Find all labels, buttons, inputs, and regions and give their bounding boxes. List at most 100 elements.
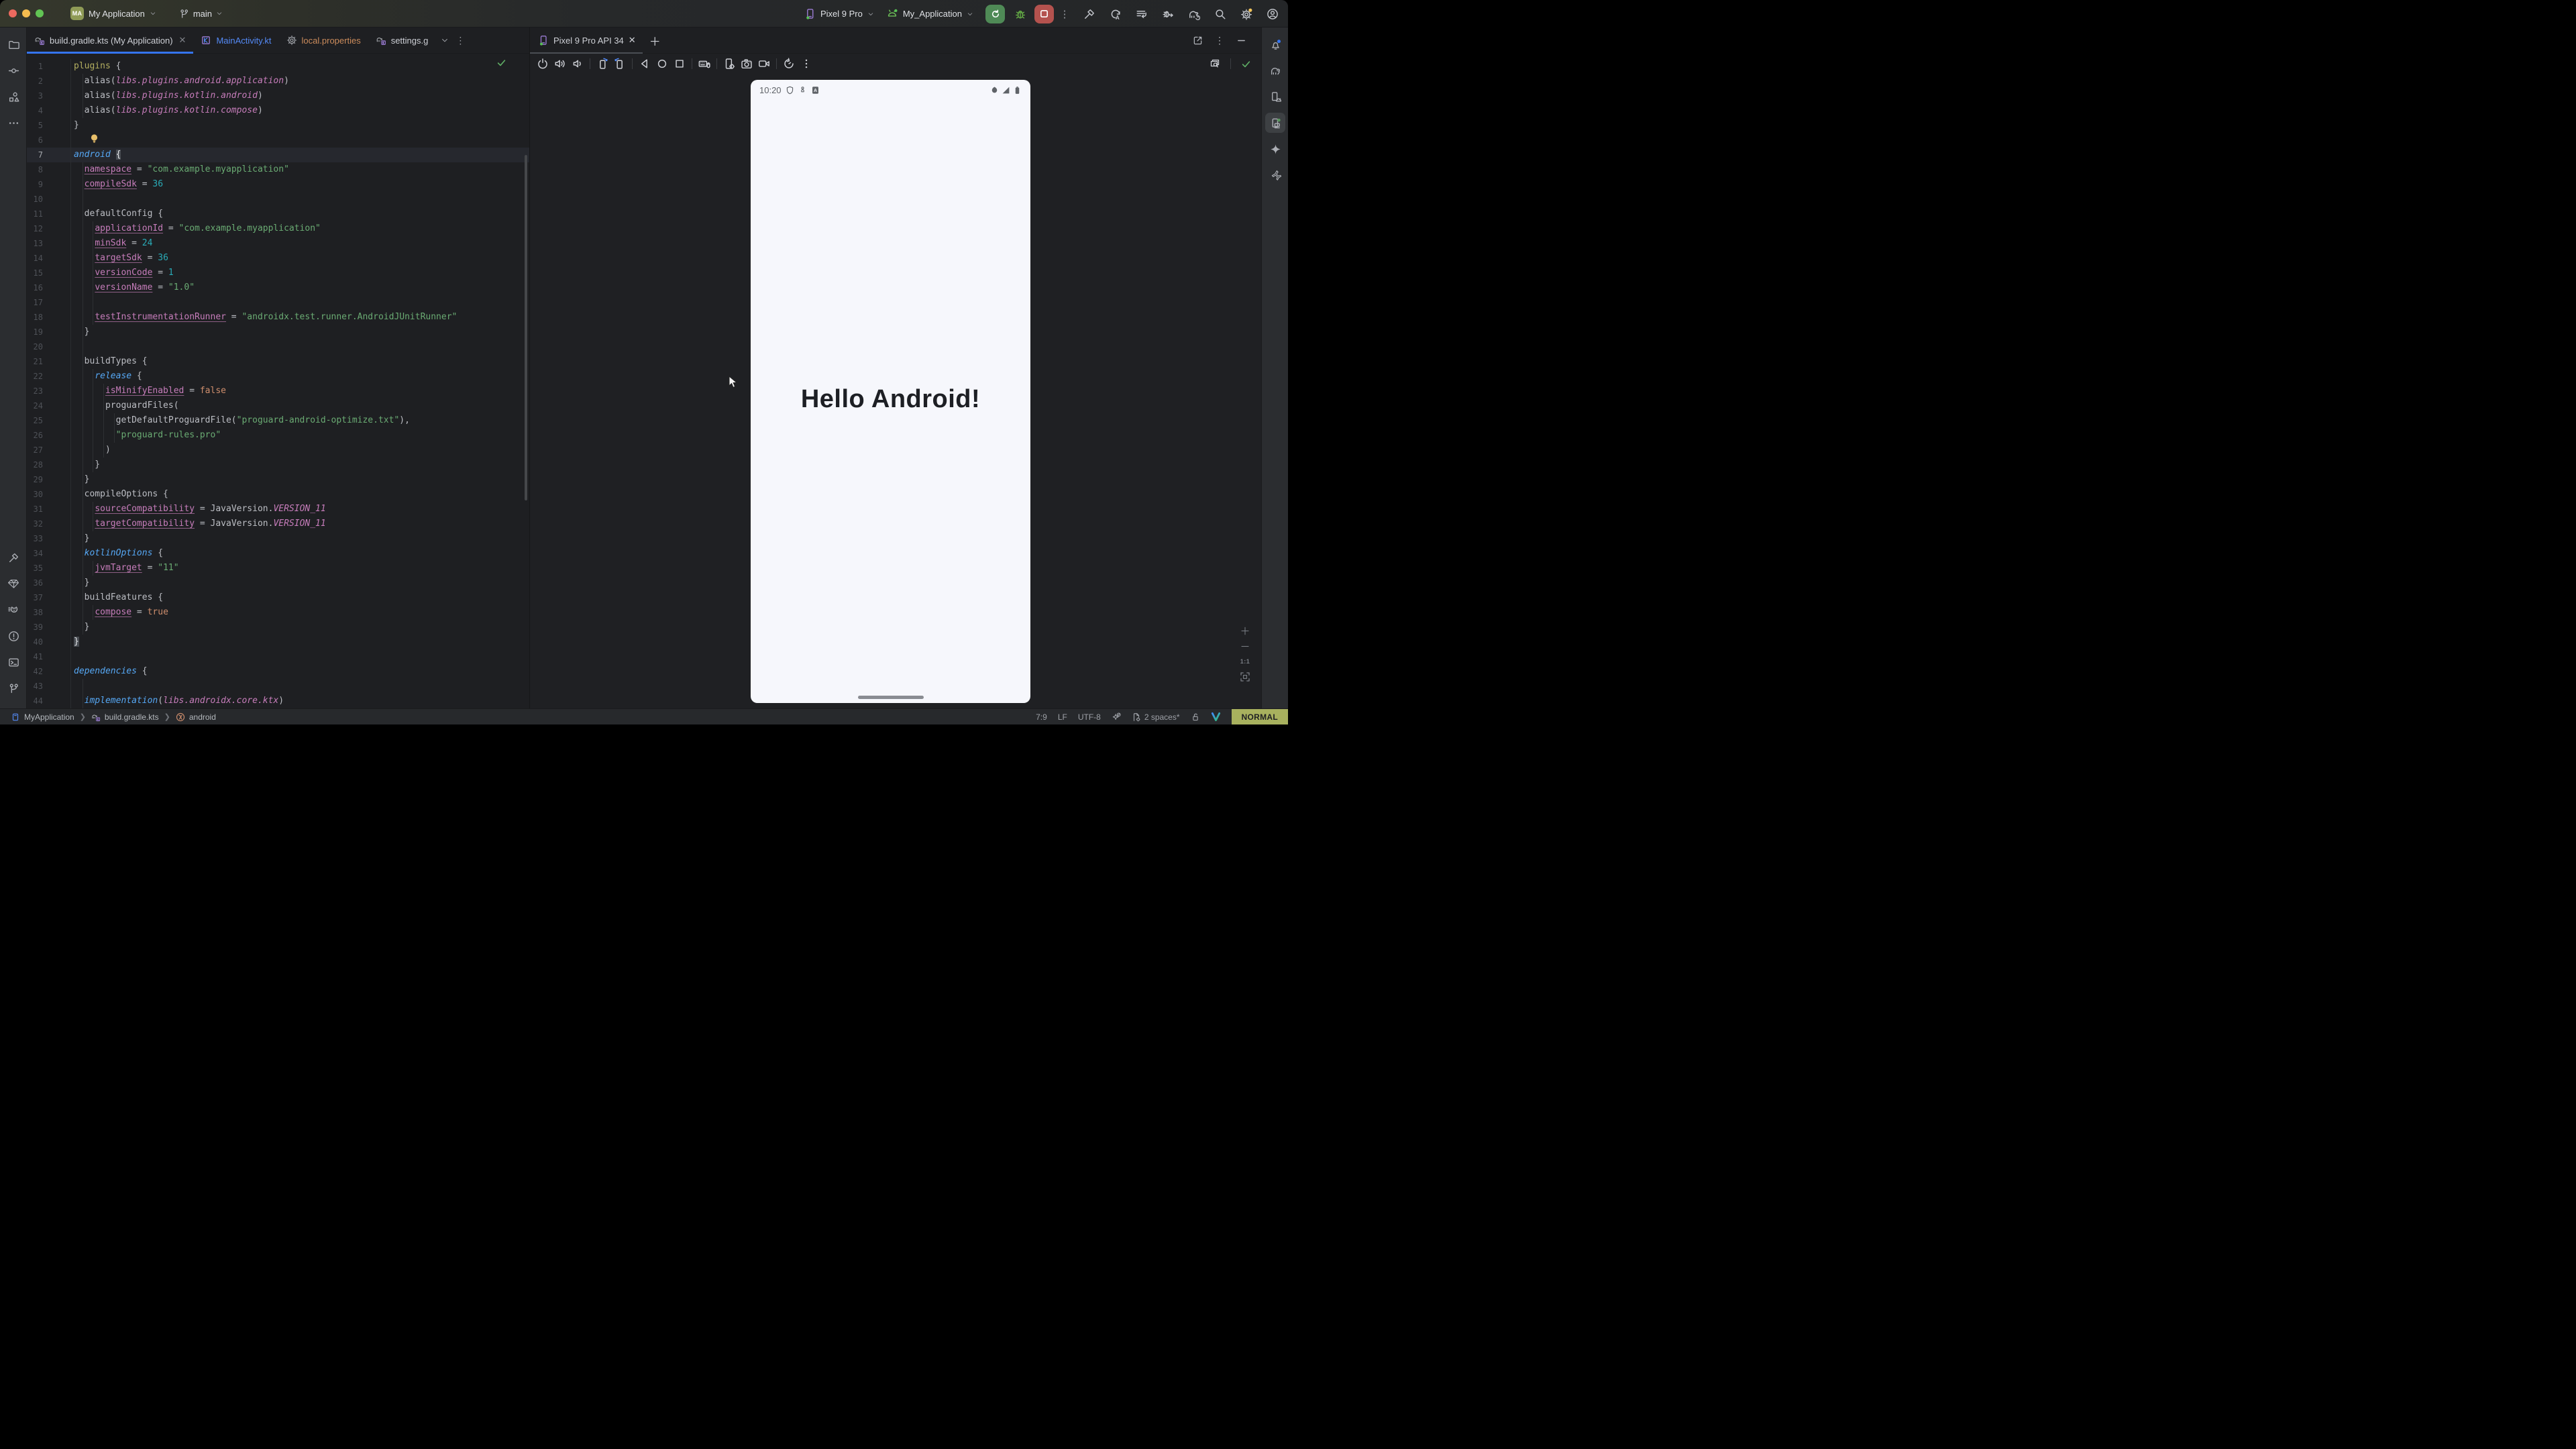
code-line-36[interactable]: 36 } <box>27 576 529 590</box>
build-hammer-icon[interactable] <box>1083 8 1095 20</box>
caret-position[interactable]: 7:9 <box>1036 712 1047 722</box>
code-line-35[interactable]: 35 jvmTarget = "11" <box>27 561 529 576</box>
code-line-42[interactable]: 42dependencies { <box>27 664 529 679</box>
code-editor[interactable]: 1plugins {2 alias(libs.plugins.android.a… <box>27 54 529 708</box>
tab-options-icon[interactable]: ⋮ <box>455 35 465 46</box>
apply-code-changes-icon[interactable] <box>1136 8 1148 20</box>
code-line-25[interactable]: 25 getDefaultProguardFile("proguard-andr… <box>27 413 529 428</box>
code-line-7[interactable]: 7android { <box>27 148 529 162</box>
code-line-38[interactable]: 38 compose = true <box>27 605 529 620</box>
emulator-kebab-menu-button[interactable] <box>798 56 815 72</box>
search-icon[interactable] <box>1214 8 1226 20</box>
breadcrumb-item-android[interactable]: android <box>176 712 216 722</box>
emulator-home-button[interactable] <box>653 56 671 72</box>
zoom-reset-button[interactable]: 1:1 <box>1240 656 1250 667</box>
code-line-12[interactable]: 12 applicationId = "com.example.myapplic… <box>27 221 529 236</box>
tool-stripe-button-gradle-elephant[interactable] <box>1265 60 1285 80</box>
tool-stripe-button-running-devices[interactable] <box>1265 113 1285 133</box>
tool-stripe-button-commit[interactable] <box>3 60 23 80</box>
tab-local.properties[interactable]: local.properties <box>279 28 368 53</box>
breadcrumb-item-MyApplication[interactable]: MyApplication <box>11 712 74 722</box>
tool-stripe-button-version-control[interactable] <box>3 678 23 698</box>
tool-stripe-button-device-manager[interactable] <box>1265 87 1285 107</box>
emulator-screen[interactable]: 10:20 A Hello Android! <box>751 80 1030 703</box>
code-line-14[interactable]: 14 targetSdk = 36 <box>27 251 529 266</box>
code-line-20[interactable]: 20 <box>27 339 529 354</box>
tab-MainActivity.kt[interactable]: MainActivity.kt <box>193 28 278 53</box>
emulator-volume-up-button[interactable] <box>551 56 569 72</box>
close-icon[interactable]: ✕ <box>629 35 636 46</box>
stop-button[interactable] <box>1034 5 1054 23</box>
emulator-rotate-left-button[interactable] <box>594 56 611 72</box>
code-line-13[interactable]: 13 minSdk = 24 <box>27 236 529 251</box>
debug-button[interactable] <box>1012 5 1029 23</box>
project-selector[interactable]: MA My Application <box>70 7 156 20</box>
code-line-33[interactable]: 33 } <box>27 531 529 546</box>
code-line-3[interactable]: 3 alias(libs.plugins.kotlin.android) <box>27 89 529 103</box>
fit-to-window-button[interactable] <box>1240 672 1250 682</box>
code-line-5[interactable]: 5} <box>27 118 529 133</box>
restart-activity-icon[interactable]: A <box>1110 8 1122 20</box>
code-line-21[interactable]: 21 buildTypes { <box>27 354 529 369</box>
profile-icon[interactable] <box>1267 8 1279 20</box>
code-line-44[interactable]: 44 implementation(libs.androidx.core.ktx… <box>27 694 529 708</box>
emulator-overview-button[interactable] <box>671 56 688 72</box>
tool-stripe-button-project-folder[interactable] <box>3 34 23 54</box>
tool-stripe-button-app-quality-insights[interactable] <box>3 574 23 594</box>
attach-debugger-icon[interactable] <box>1162 8 1174 20</box>
open-in-new-window-icon[interactable] <box>1193 36 1203 46</box>
windows-zoom-icon[interactable] <box>1210 58 1220 69</box>
tool-stripe-button-terminal[interactable] <box>3 652 23 672</box>
close-window-button[interactable] <box>9 9 17 17</box>
code-line-24[interactable]: 24 proguardFiles( <box>27 398 529 413</box>
tool-stripe-button-logcat-cat[interactable] <box>3 600 23 620</box>
tool-stripe-button-structure[interactable] <box>3 87 23 107</box>
code-line-6[interactable]: 6 <box>27 133 529 148</box>
more-run-options-button[interactable]: ⋮ <box>1058 8 1071 20</box>
code-line-29[interactable]: 29 } <box>27 472 529 487</box>
zoom-out-button[interactable]: － <box>1240 641 1250 651</box>
minimize-window-button[interactable] <box>22 9 30 17</box>
code-line-40[interactable]: 40} <box>27 635 529 649</box>
emulator-keyboard-button[interactable] <box>696 56 713 72</box>
vim-mode-badge[interactable]: NORMAL <box>1232 709 1288 724</box>
code-line-28[interactable]: 28 } <box>27 458 529 472</box>
panel-options-icon[interactable]: ⋮ <box>1215 35 1224 46</box>
hide-panel-icon[interactable] <box>1236 36 1246 46</box>
emulator-reset-button[interactable] <box>780 56 798 72</box>
code-line-27[interactable]: 27 ) <box>27 443 529 458</box>
editor-scrollbar[interactable] <box>525 155 527 500</box>
close-icon[interactable]: ✕ <box>179 35 186 46</box>
tab-settings.g[interactable]: settings.g <box>368 28 436 53</box>
ai-assistant-off-icon[interactable] <box>1112 712 1121 722</box>
code-line-37[interactable]: 37 buildFeatures { <box>27 590 529 605</box>
code-line-9[interactable]: 9 compileSdk = 36 <box>27 177 529 192</box>
code-line-8[interactable]: 8 namespace = "com.example.myapplication… <box>27 162 529 177</box>
navigation-handle[interactable] <box>858 696 924 699</box>
indent-setting[interactable]: 2 spaces* <box>1132 712 1180 722</box>
emulator-screenshot-button[interactable] <box>738 56 755 72</box>
code-line-30[interactable]: 30 compileOptions { <box>27 487 529 502</box>
lock-open-icon[interactable] <box>1191 712 1200 722</box>
code-line-23[interactable]: 23 isMinifyEnabled = false <box>27 384 529 398</box>
gradle-sync-icon[interactable] <box>1188 8 1200 20</box>
run-configuration-selector[interactable]: My_Application <box>886 8 973 20</box>
code-line-41[interactable]: 41 <box>27 649 529 664</box>
zoom-in-button[interactable]: ＋ <box>1240 625 1250 636</box>
code-line-15[interactable]: 15 versionCode = 1 <box>27 266 529 280</box>
code-line-2[interactable]: 2 alias(libs.plugins.android.application… <box>27 74 529 89</box>
intention-bulb-icon[interactable] <box>90 133 99 144</box>
emulator-screen-record-button[interactable] <box>755 56 773 72</box>
tab-overflow-chevron-icon[interactable] <box>441 36 449 44</box>
breadcrumb-item-build.gradle.kts[interactable]: build.gradle.kts <box>91 712 159 722</box>
code-line-32[interactable]: 32 targetCompatibility = JavaVersion.VER… <box>27 517 529 531</box>
add-device-tab-button[interactable]: ＋ <box>643 28 667 53</box>
code-line-26[interactable]: 26 "proguard-rules.pro" <box>27 428 529 443</box>
code-line-22[interactable]: 22 release { <box>27 369 529 384</box>
tab-build.gradle.kts[interactable]: build.gradle.kts (My Application)✕ <box>27 28 193 53</box>
code-line-11[interactable]: 11 defaultConfig { <box>27 207 529 221</box>
emulator-volume-down-button[interactable] <box>569 56 586 72</box>
zoom-window-button[interactable] <box>36 9 44 17</box>
emulator-power-button[interactable] <box>534 56 551 72</box>
device-tab[interactable]: Pixel 9 Pro API 34 ✕ <box>530 28 643 53</box>
